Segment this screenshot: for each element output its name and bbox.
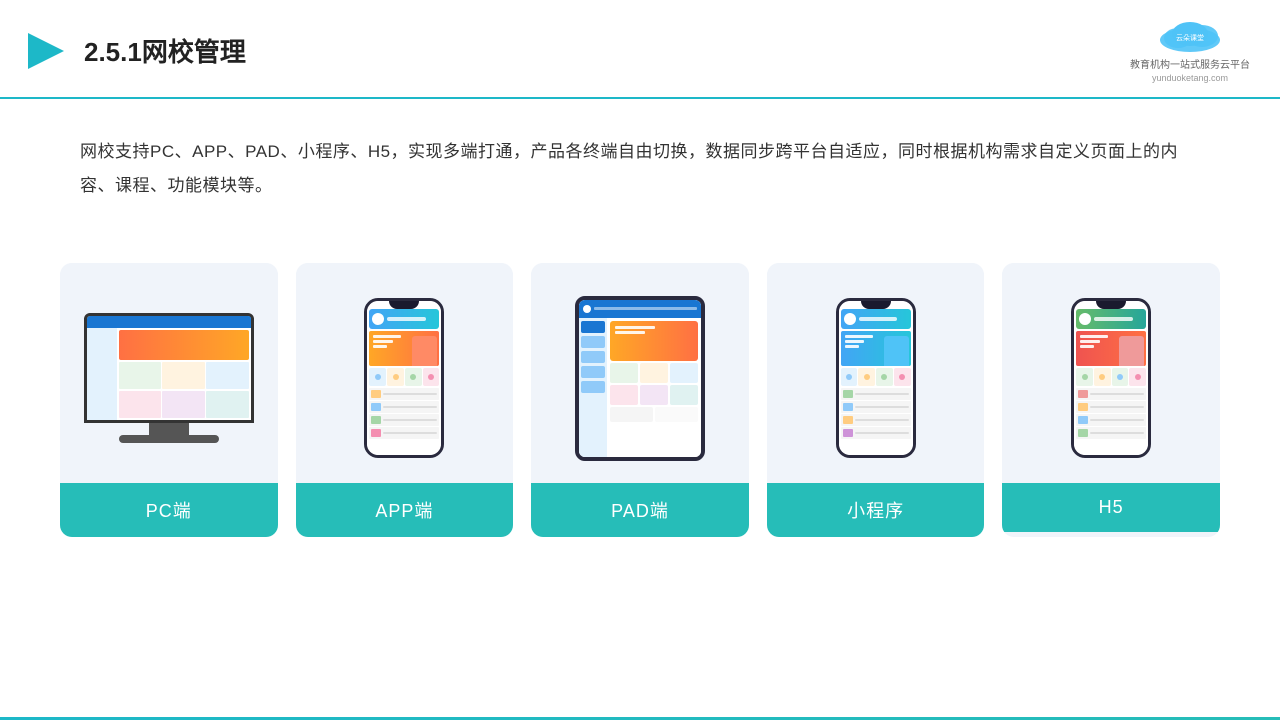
logo-cloud-icon: 云朵课堂 — [1150, 18, 1230, 54]
card-pad: PAD端 — [531, 263, 749, 537]
card-app-image — [296, 263, 514, 483]
card-miniprogram-label: 小程序 — [767, 483, 985, 537]
card-h5-label: H5 — [1002, 483, 1220, 532]
page-title: 2.5.1网校管理 — [84, 32, 246, 69]
logo-url: yunduoketang.com — [1152, 73, 1228, 83]
description-area: 网校支持PC、APP、PAD、小程序、H5，实现多端打通，产品各终端自由切换，数… — [0, 99, 1280, 223]
miniprogram-device-mockup — [836, 298, 916, 458]
h5-phone-notch — [1096, 301, 1126, 309]
cards-section: PC端 — [0, 233, 1280, 537]
card-h5-image — [1002, 263, 1220, 483]
card-miniprogram-image — [767, 263, 985, 483]
play-icon — [24, 29, 68, 73]
logo-tagline: 教育机构一站式服务云平台 — [1130, 56, 1250, 71]
card-pad-label: PAD端 — [531, 483, 749, 537]
pc-device-mockup — [84, 313, 254, 443]
phone-screen — [367, 301, 441, 455]
description-text: 网校支持PC、APP、PAD、小程序、H5，实现多端打通，产品各终端自由切换，数… — [80, 142, 1178, 195]
card-h5: H5 — [1002, 263, 1220, 537]
logo-area: 云朵课堂 教育机构一站式服务云平台 yunduoketang.com — [1130, 18, 1250, 83]
pad-screen — [579, 300, 701, 457]
card-pc: PC端 — [60, 263, 278, 537]
h5-device-mockup — [1071, 298, 1151, 458]
pc-screen — [84, 313, 254, 423]
card-miniprogram: 小程序 — [767, 263, 985, 537]
card-pad-image — [531, 263, 749, 483]
phone-notch — [389, 301, 419, 309]
svg-text:云朵课堂: 云朵课堂 — [1176, 33, 1204, 42]
mini-phone-screen — [839, 301, 913, 455]
card-app-label: APP端 — [296, 483, 514, 537]
card-pc-image — [60, 263, 278, 483]
header-left: 2.5.1网校管理 — [24, 29, 246, 73]
card-pc-label: PC端 — [60, 483, 278, 537]
pad-device-mockup — [575, 296, 705, 461]
card-app: APP端 — [296, 263, 514, 537]
page-header: 2.5.1网校管理 云朵课堂 教育机构一站式服务云平台 yunduoketang… — [0, 0, 1280, 99]
h5-phone-screen — [1074, 301, 1148, 455]
app-device-mockup — [364, 298, 444, 458]
mini-phone-notch — [861, 301, 891, 309]
